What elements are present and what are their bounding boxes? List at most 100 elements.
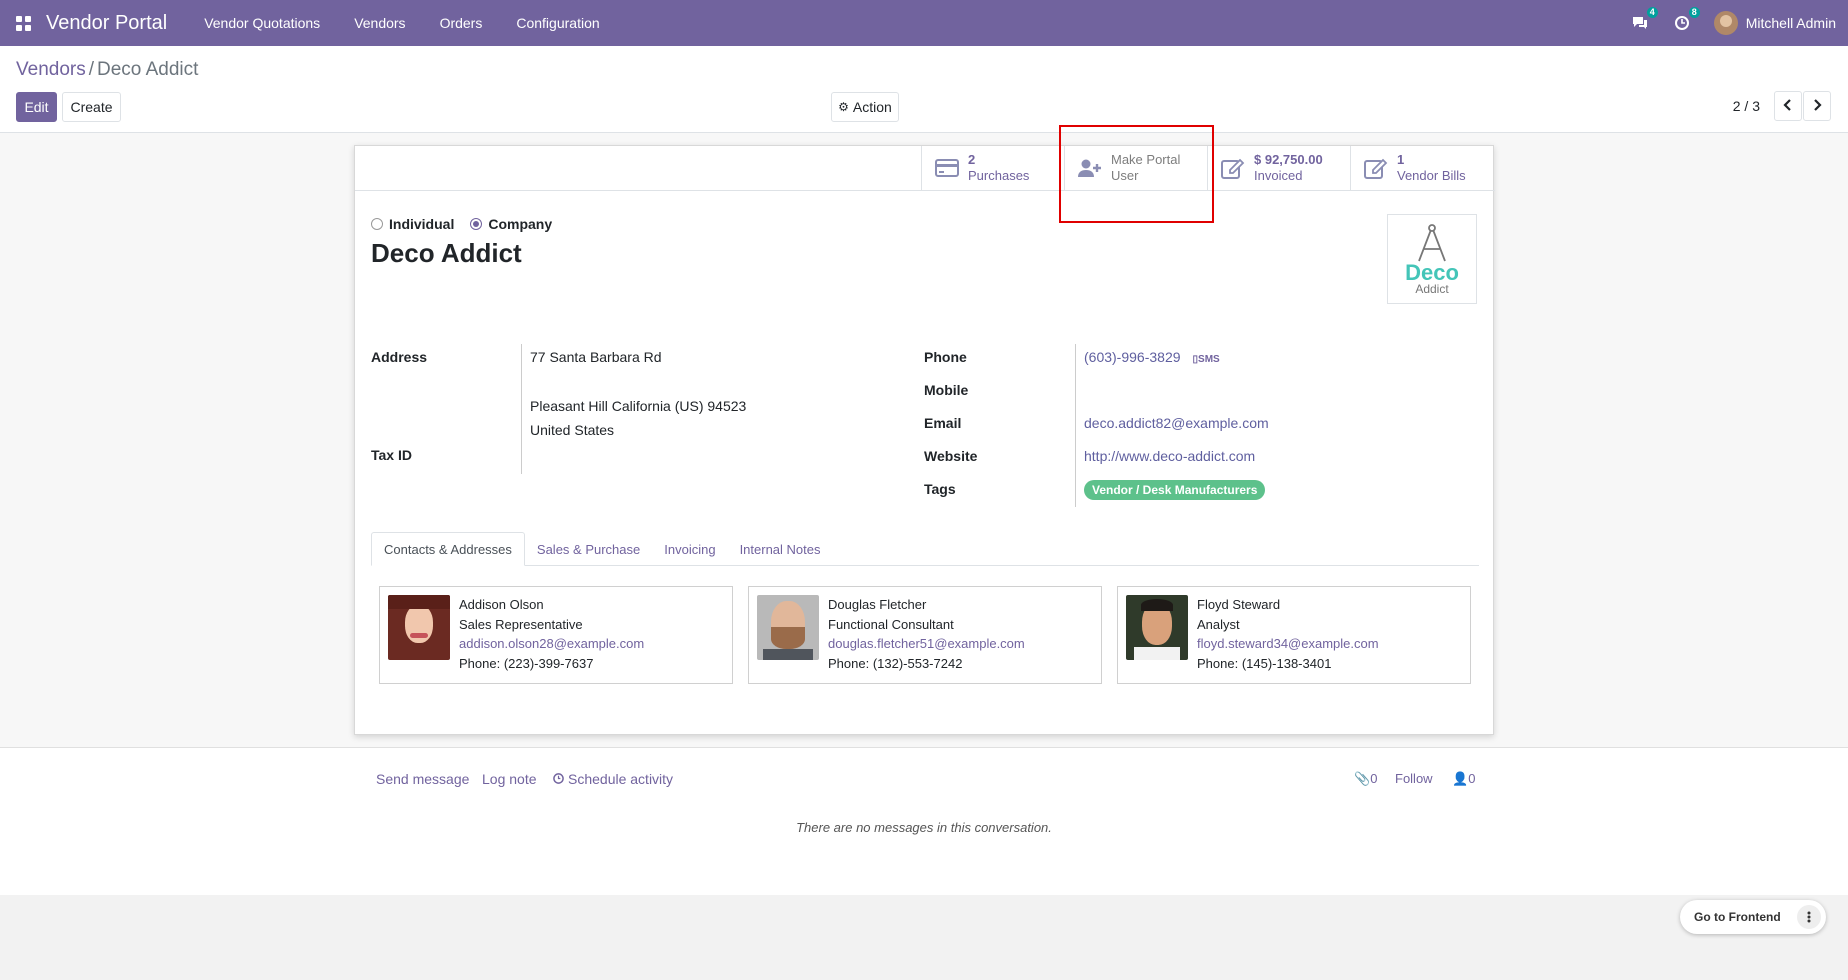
radio-individual[interactable]: Individual xyxy=(371,216,454,232)
mobile-label: Mobile xyxy=(924,382,969,398)
contact-email[interactable]: floyd.steward34@example.com xyxy=(1197,634,1379,654)
contact-name: Addison Olson xyxy=(459,597,544,612)
vendor-bills-label: Vendor Bills xyxy=(1397,168,1466,183)
avatar xyxy=(1713,11,1738,35)
invoiced-amount: $ 92,750.00 xyxy=(1254,152,1323,167)
partner-logo[interactable]: Deco Addict xyxy=(1387,214,1477,304)
vendor-tag[interactable]: Vendor / Desk Manufacturers xyxy=(1084,480,1266,500)
radio-company-dot[interactable] xyxy=(470,218,483,230)
invoiced-label: Invoiced xyxy=(1254,168,1303,183)
paperclip-icon: 📎 xyxy=(1354,771,1371,786)
edit-invoice-icon xyxy=(1220,157,1246,179)
contact-photo xyxy=(757,595,819,660)
menu-vendor-quotations[interactable]: Vendor Quotations xyxy=(187,0,337,46)
apps-menu-icon[interactable] xyxy=(0,0,46,46)
contact-card[interactable]: Floyd Steward Analyst floyd.steward34@ex… xyxy=(1117,586,1471,684)
messaging-icon[interactable]: 4 xyxy=(1630,7,1658,33)
create-button[interactable]: Create xyxy=(62,92,121,122)
go-to-frontend-widget: Go to Frontend xyxy=(1680,900,1826,934)
activities-badge: 8 xyxy=(1688,7,1700,18)
contact-email[interactable]: douglas.fletcher51@example.com xyxy=(828,634,1025,654)
go-to-frontend-button[interactable]: Go to Frontend xyxy=(1680,910,1797,924)
user-menu[interactable]: Mitchell Admin xyxy=(1713,11,1836,35)
send-message-button[interactable]: Send message xyxy=(376,771,469,787)
sms-label: SMS xyxy=(1198,354,1220,365)
country-field[interactable]: United States xyxy=(530,422,614,438)
breadcrumb-vendors[interactable]: Vendors xyxy=(16,59,86,80)
contact-card[interactable]: Addison Olson Sales Representative addis… xyxy=(379,586,733,684)
notebook-tabs: Contacts & Addresses Sales & Purchase In… xyxy=(371,532,1479,566)
compass-logo-icon xyxy=(1418,224,1446,262)
contact-card[interactable]: Douglas Fletcher Functional Consultant d… xyxy=(748,586,1102,684)
highlight-annotation-box xyxy=(1059,125,1214,223)
attachments-button[interactable]: 📎0 xyxy=(1354,771,1377,787)
menu-vendors[interactable]: Vendors xyxy=(337,0,422,46)
followers-button[interactable]: 👤0 xyxy=(1452,771,1475,787)
email-link[interactable]: deco.addict82@example.com xyxy=(1084,415,1269,431)
contact-name: Floyd Steward xyxy=(1197,597,1281,612)
contact-title: Sales Representative xyxy=(459,616,583,632)
vendor-bills-button[interactable]: 1 Vendor Bills xyxy=(1350,146,1493,190)
messages-badge: 4 xyxy=(1646,7,1658,18)
purchases-button[interactable]: 2 Purchases xyxy=(921,146,1064,190)
more-options-icon[interactable] xyxy=(1797,905,1821,929)
radio-company[interactable]: Company xyxy=(470,216,552,232)
radio-individual-dot[interactable] xyxy=(371,218,383,230)
tax-id-label: Tax ID xyxy=(371,447,412,463)
invoiced-button[interactable]: $ 92,750.00 Invoiced xyxy=(1207,146,1350,190)
follow-button[interactable]: Follow xyxy=(1395,771,1433,786)
pager-next-button[interactable] xyxy=(1803,91,1831,121)
chevron-left-icon xyxy=(1783,98,1793,114)
contact-email[interactable]: addison.olson28@example.com xyxy=(459,634,644,654)
website-link[interactable]: http://www.deco-addict.com xyxy=(1084,448,1255,464)
attachments-count: 0 xyxy=(1370,771,1378,786)
sms-button[interactable]: ▯SMS xyxy=(1193,354,1220,365)
contact-title: Functional Consultant xyxy=(828,616,954,632)
logo-text-deco: Deco xyxy=(1405,260,1459,285)
user-icon: 👤 xyxy=(1452,771,1469,786)
email-label: Email xyxy=(924,415,962,431)
contact-title: Analyst xyxy=(1197,616,1240,632)
tab-invoicing[interactable]: Invoicing xyxy=(652,532,727,566)
website-label: Website xyxy=(924,448,978,464)
menu-configuration[interactable]: Configuration xyxy=(499,0,616,46)
activity-clock-icon[interactable]: 8 xyxy=(1672,7,1700,33)
breadcrumb: Vendors / Deco Addict xyxy=(16,59,198,81)
empty-messages-text: There are no messages in this conversati… xyxy=(796,820,1052,835)
top-navbar: Vendor Portal Vendor Quotations Vendors … xyxy=(0,0,1848,46)
pager-previous-button[interactable] xyxy=(1774,91,1802,121)
right-group-divider xyxy=(1075,344,1076,507)
action-button-label: Action xyxy=(852,99,892,115)
contact-photo xyxy=(1126,595,1188,660)
menu-orders[interactable]: Orders xyxy=(423,0,500,46)
schedule-activity-label: Schedule activity xyxy=(568,771,674,787)
phone-link[interactable]: (603)-996-3829 xyxy=(1084,349,1181,365)
pager-value[interactable]: 2 / 3 xyxy=(1733,98,1760,114)
contact-photo xyxy=(388,595,450,660)
edit-bill-icon xyxy=(1363,157,1389,179)
user-name: Mitchell Admin xyxy=(1745,15,1836,31)
contact-phone: Phone: (223)-399-7637 xyxy=(459,655,594,671)
gear-icon: ⚙ xyxy=(838,100,849,114)
clock-icon xyxy=(553,771,564,787)
contact-phone: Phone: (132)-553-7242 xyxy=(828,655,963,671)
schedule-activity-button[interactable]: Schedule activity xyxy=(553,771,673,787)
breadcrumb-separator: / xyxy=(88,59,95,80)
city-state-zip-field[interactable]: Pleasant Hill California (US) 94523 xyxy=(530,398,746,414)
log-note-button[interactable]: Log note xyxy=(482,771,537,787)
left-group-divider xyxy=(521,344,522,474)
action-button[interactable]: ⚙ Action xyxy=(831,92,899,122)
chevron-right-icon xyxy=(1812,98,1822,114)
app-brand[interactable]: Vendor Portal xyxy=(46,12,167,35)
tab-sales-purchase[interactable]: Sales & Purchase xyxy=(525,532,652,566)
tab-internal-notes[interactable]: Internal Notes xyxy=(728,532,833,566)
contact-name: Douglas Fletcher xyxy=(828,597,927,612)
create-button-label: Create xyxy=(70,99,113,115)
contact-phone: Phone: (145)-138-3401 xyxy=(1197,655,1332,671)
street-field[interactable]: 77 Santa Barbara Rd xyxy=(530,349,662,365)
tab-contacts-addresses[interactable]: Contacts & Addresses xyxy=(371,532,525,566)
purchases-count: 2 xyxy=(968,152,976,167)
phone-field: (603)-996-3829 ▯SMS xyxy=(1084,349,1220,365)
edit-button[interactable]: Edit xyxy=(16,92,57,122)
purchases-label: Purchases xyxy=(968,168,1030,183)
